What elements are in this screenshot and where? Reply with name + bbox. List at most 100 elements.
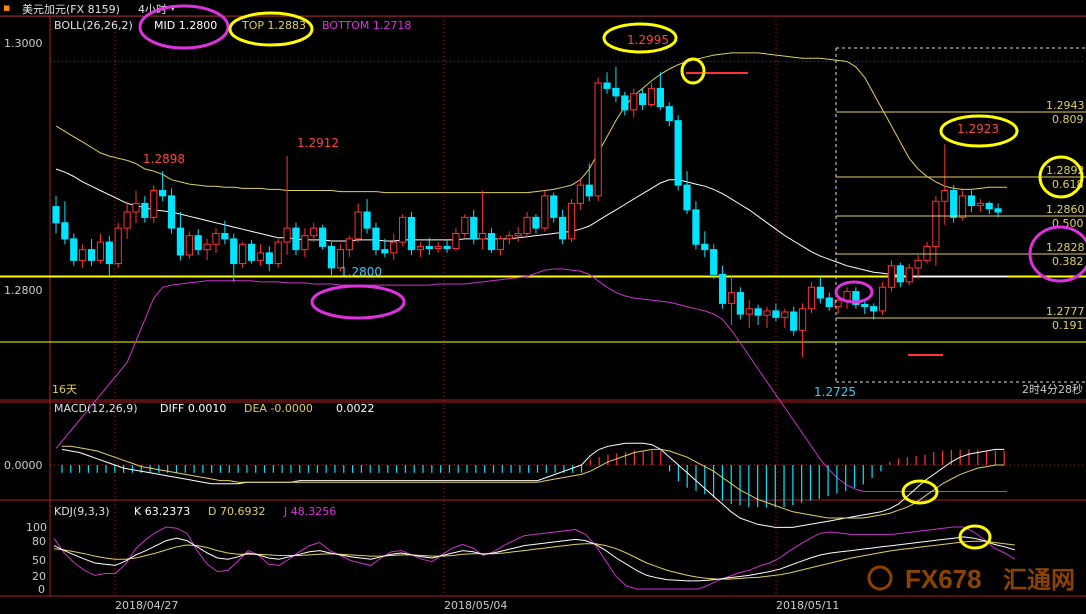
candle-body (416, 245, 425, 251)
candle-body (407, 216, 416, 251)
price-label: 1.2995 (627, 33, 669, 47)
candle-body (123, 211, 131, 229)
candle-body (514, 233, 522, 237)
candle-body (665, 106, 673, 122)
candle-body (256, 252, 265, 261)
candle-body (52, 206, 60, 224)
candle-body (221, 233, 229, 240)
fib-price-label: 1.2943 (1046, 99, 1085, 112)
candle-body (958, 195, 967, 218)
price-label: 1.2725 (814, 385, 856, 399)
candle-body (781, 311, 789, 318)
y-tick-1.3000: 1.3000 (4, 37, 43, 50)
candle-body (727, 292, 736, 304)
candle-body (114, 227, 122, 265)
candle-body (994, 208, 1002, 213)
annotation-peak-circle (680, 57, 706, 85)
candle-body (736, 292, 744, 315)
candle-body (185, 235, 193, 256)
candle-body (79, 249, 87, 261)
candle-body (798, 308, 807, 331)
days-label: 16天 (52, 383, 77, 396)
candle-body (70, 238, 78, 261)
kdj-y-tick-20: 20 (32, 570, 46, 583)
candle-body (914, 259, 922, 269)
price-label: 1.2923 (957, 122, 999, 136)
candle-body (105, 241, 113, 265)
candle-body (212, 233, 220, 245)
candle-body (754, 308, 762, 316)
candle-body (399, 216, 407, 243)
candle-body (354, 211, 362, 240)
kdj-y-tick-100: 100 (26, 521, 47, 534)
candle-body (461, 216, 469, 234)
candle-body (887, 265, 896, 288)
x-tick-date-1: 2018/04/27 (115, 599, 178, 612)
candle-body (487, 233, 496, 251)
candle-body (843, 291, 851, 301)
candle-body (452, 233, 460, 250)
fib-ratio-label: 0.809 (1052, 113, 1084, 126)
candle-body (870, 306, 878, 312)
candle-body (345, 238, 353, 251)
chart-canvas[interactable]: 1.29430.8091.28920.6181.28600.5001.28280… (0, 0, 1086, 614)
candle-body (710, 249, 718, 275)
fib-price-label: 1.2860 (1046, 203, 1085, 216)
candle-body (496, 238, 505, 251)
candle-body (603, 82, 611, 89)
candle-body (692, 209, 700, 245)
macd-label: MACD(12,26,9) (54, 402, 138, 415)
candle-body (967, 195, 976, 207)
candle-body (87, 249, 96, 261)
macd-value-label: 0.0022 (336, 402, 375, 415)
candle-body (381, 249, 389, 254)
candle-body (327, 245, 336, 269)
candle-body (470, 216, 478, 240)
macd-y-tick: 0.0000 (4, 459, 43, 472)
candle-body (96, 241, 105, 261)
candle-body (239, 243, 247, 265)
fib-price-label: 1.2777 (1046, 305, 1085, 318)
candle-body (816, 286, 824, 299)
candle-body (532, 216, 540, 229)
candle-body (718, 273, 727, 304)
candle-body (861, 303, 869, 308)
kdj-label: KDJ(9,3,3) (54, 505, 110, 518)
watermark-subtext: 汇通网 (1003, 566, 1075, 594)
candle-body (247, 243, 256, 261)
candle-body (630, 93, 638, 111)
candle-body (790, 311, 798, 331)
candle-body (825, 297, 833, 308)
macd-diff-line (61, 442, 1005, 528)
candle-body (558, 216, 567, 240)
candle-body (265, 252, 273, 265)
candle-body (541, 195, 549, 229)
candle-body (372, 227, 380, 251)
candle-body (425, 245, 433, 250)
candle-body (363, 211, 371, 229)
candle-body (656, 87, 664, 108)
watermark-text: FX678 (905, 564, 982, 594)
candle-body (594, 82, 602, 197)
candle-body (434, 245, 442, 250)
annotation-support-circle (310, 284, 406, 320)
candle-body (905, 267, 913, 283)
candle-body (763, 310, 771, 316)
kdj-y-tick-80: 80 (32, 535, 46, 548)
macd-dea-label: DEA -0.0000 (244, 402, 313, 415)
candle-body (701, 243, 709, 251)
candle-body (576, 184, 584, 204)
candle-body (301, 235, 309, 251)
price-label: 1.2912 (297, 136, 339, 150)
candle-body (292, 227, 300, 251)
price-label: 1.2800 (340, 265, 382, 279)
candle-body (745, 308, 753, 315)
x-tick-date-2: 2018/05/04 (444, 599, 507, 612)
boll-bottom-label: BOTTOM 1.2718 (322, 19, 411, 32)
fib-ratio-label: 0.382 (1052, 255, 1084, 268)
candle-body (443, 245, 451, 250)
candle-body (390, 241, 398, 254)
candle-body (176, 227, 185, 256)
candle-body (638, 93, 647, 105)
countdown-label: 2时4分28秒 (1022, 382, 1083, 396)
